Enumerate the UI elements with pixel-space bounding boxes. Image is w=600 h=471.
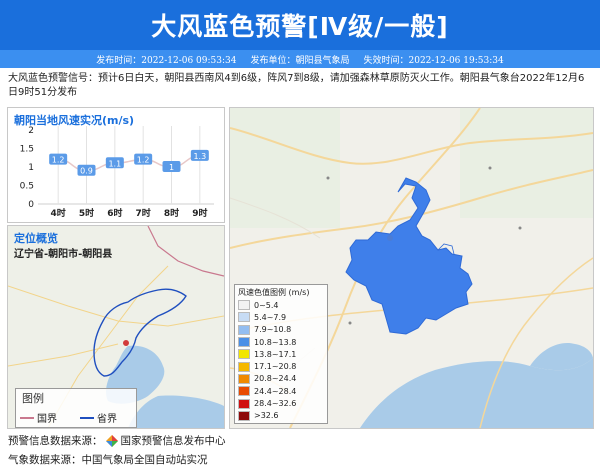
legend-swatch (238, 324, 250, 335)
diamond-logo-icon (105, 434, 118, 447)
legend-swatch (238, 337, 250, 348)
main-map[interactable]: 风速色值图例 (m/s) 0~5.4 5.4~7.9 7.9~10.8 10.8~13… (229, 107, 594, 429)
data-label: 0.9 (80, 167, 93, 176)
x-tick-label: 8时 (164, 207, 179, 219)
warning-source: 国家预警信息发布中心 (120, 435, 226, 447)
legend-label: 5.4~7.9 (254, 312, 287, 322)
map-legend-title: 图例 (22, 392, 44, 405)
x-tick-label: 6时 (107, 207, 122, 219)
legend-swatch (238, 300, 250, 311)
wind-legend-row: 28.4~32.6 (238, 397, 324, 409)
legend-label: 13.8~17.1 (254, 349, 297, 359)
data-label: 1 (169, 163, 174, 172)
wind-legend-row: >32.6 (238, 410, 324, 422)
wind-legend-row: 20.8~24.4 (238, 373, 324, 385)
warning-description: 大风蓝色预警信号：预计6日白天，朝阳县西南风4到6级，阵风7到8级，请加强森林草… (8, 73, 585, 98)
wind-chart-panel: 朝阳当地风速实况(m/s) 0 0.5 1 1.5 2 1.2 0.9 1.1 1.2 1 1.3 4… (7, 107, 225, 223)
legend-swatch (238, 410, 250, 421)
location-title: 定位概览 (14, 232, 58, 245)
legend-national-border: 国界 (20, 410, 57, 425)
x-tick-label: 4时 (51, 207, 66, 219)
map-legend: 图例 国界 省界 (15, 388, 137, 428)
legend-label: 24.4~28.4 (254, 386, 297, 396)
publish-unit: 发布单位：朝阳县气象局 (250, 55, 350, 66)
weather-source-line: 气象数据来源：中国气象局全国自动站实况 (8, 454, 208, 466)
warning-banner: 大风蓝色预警[Ⅳ级/一般] (0, 0, 600, 50)
legend-label: 28.4~32.6 (254, 399, 297, 409)
legend-swatch (238, 349, 250, 360)
legend-swatch (238, 386, 250, 397)
legend-label: 17.1~20.8 (254, 362, 297, 372)
location-panel: 定位概览 辽宁省-朝阳市-朝阳县 图例 国界 省界 (7, 225, 225, 429)
warning-title: 大风蓝色预警[Ⅳ级/一般] (151, 12, 449, 41)
location-subtitle: 辽宁省-朝阳市-朝阳县 (14, 249, 113, 260)
y-tick-label: 1.5 (20, 145, 34, 155)
x-tick-label: 5时 (79, 207, 94, 219)
y-tick-label: 0 (28, 200, 34, 210)
wind-legend-row: 10.8~13.8 (238, 336, 324, 348)
legend-swatch (238, 312, 250, 323)
data-label: 1.3 (193, 152, 206, 161)
legend-swatch (238, 373, 250, 384)
y-tick-label: 2 (28, 126, 34, 136)
warning-source-label: 预警信息数据来源： (8, 435, 103, 447)
legend-label: 0~5.4 (254, 300, 279, 310)
legend-swatch (238, 398, 250, 409)
data-label: 1.2 (52, 156, 65, 165)
legend-label: 7.9~10.8 (254, 325, 292, 335)
wind-legend-title: 风速色值图例 (m/s) (238, 288, 310, 297)
wind-legend-row: 17.1~20.8 (238, 360, 324, 372)
wind-legend-items: 0~5.4 5.4~7.9 7.9~10.8 10.8~13.8 13.8~17.1 17… (238, 299, 324, 422)
legend-label: >32.6 (254, 411, 279, 421)
wind-legend-row: 24.4~28.4 (238, 385, 324, 397)
y-tick-label: 0.5 (20, 182, 34, 192)
meta-bar: 发布时间：2022-12-06 09:53:34 发布单位：朝阳县气象局 失效时… (0, 50, 600, 68)
warning-source-line: 预警信息数据来源： 国家预警信息发布中心 (8, 433, 226, 448)
legend-province-border: 省界 (80, 410, 117, 425)
legend-swatch (238, 361, 250, 372)
legend-province-label: 省界 (97, 414, 117, 425)
x-tick-label: 7时 (136, 207, 151, 219)
y-tick-label: 1 (28, 163, 34, 173)
wind-legend-row: 7.9~10.8 (238, 324, 324, 336)
wind-legend-row: 0~5.4 (238, 299, 324, 311)
wind-legend-row: 5.4~7.9 (238, 311, 324, 323)
x-tick-label: 9时 (192, 207, 207, 219)
data-label: 1.2 (137, 156, 150, 165)
legend-label: 20.8~24.4 (254, 374, 297, 384)
legend-label: 10.8~13.8 (254, 337, 297, 347)
publish-time: 发布时间：2022-12-06 09:53:34 (96, 55, 237, 66)
wind-speed-legend: 风速色值图例 (m/s) 0~5.4 5.4~7.9 7.9~10.8 10.8~13… (234, 284, 328, 424)
expire-time: 失效时间：2022-12-06 19:53:34 (363, 55, 504, 66)
data-label: 1.1 (108, 159, 121, 168)
wind-legend-row: 13.8~17.1 (238, 348, 324, 360)
wind-chart: 0 0.5 1 1.5 2 1.2 0.9 1.1 1.2 1 1.3 4时 5时 6时 7时 8时 9时 (20, 126, 214, 219)
legend-national-label: 国界 (37, 414, 57, 425)
